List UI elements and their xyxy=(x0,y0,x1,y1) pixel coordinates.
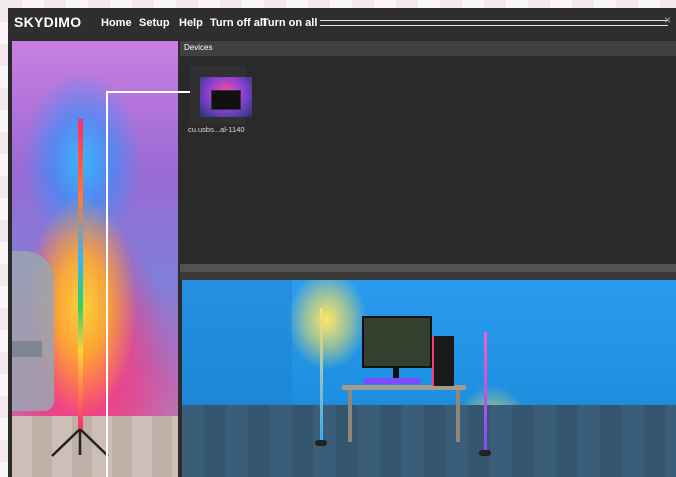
callout-line-horizontal xyxy=(106,91,190,93)
pc-tower-image xyxy=(432,336,454,386)
callout-line-vertical xyxy=(106,92,108,477)
preview-floor xyxy=(182,405,676,477)
panel-separator-dark xyxy=(180,272,676,280)
menu-bar: SKYDIMO Home Setup Help Turn off all Tur… xyxy=(8,8,676,40)
devices-title: Devices xyxy=(184,43,213,52)
menu-home[interactable]: Home xyxy=(101,17,132,29)
menu-turn-on-all[interactable]: Turn on all xyxy=(262,17,317,29)
product-image-panel xyxy=(12,41,178,477)
panel-separator xyxy=(180,264,676,272)
menu-turn-off-all[interactable]: Turn off all xyxy=(210,17,266,29)
lamp-left-base xyxy=(315,440,327,446)
monitor-led-icon xyxy=(200,77,252,117)
monitor-shape xyxy=(211,90,241,110)
device-name: cu.usbs...al-1140 xyxy=(188,125,245,134)
desk-leg-right xyxy=(456,390,460,442)
chair-shape xyxy=(12,251,54,411)
device-item[interactable] xyxy=(190,66,252,124)
keyboard-image xyxy=(364,378,420,384)
lamp-right xyxy=(484,332,487,452)
lamp-right-base xyxy=(479,450,491,456)
menu-setup[interactable]: Setup xyxy=(139,17,170,29)
close-icon[interactable]: × xyxy=(664,13,671,27)
devices-header: Devices xyxy=(180,41,676,56)
devices-list: cu.usbs...al-1140 xyxy=(180,56,676,264)
lamp-tripod-icon xyxy=(51,429,109,457)
monitor-stand xyxy=(393,366,399,378)
preview-image xyxy=(182,280,676,477)
desk-leg-left xyxy=(348,390,352,442)
window-drag-handle[interactable] xyxy=(320,20,668,26)
floor-lamp-pole xyxy=(78,119,83,429)
menu-help[interactable]: Help xyxy=(179,17,203,29)
monitor-image xyxy=(362,316,432,368)
app-logo: SKYDIMO xyxy=(14,14,82,30)
chair-seat-shape xyxy=(12,341,42,357)
app-window: SKYDIMO Home Setup Help Turn off all Tur… xyxy=(8,8,676,477)
lamp-left xyxy=(320,308,323,446)
